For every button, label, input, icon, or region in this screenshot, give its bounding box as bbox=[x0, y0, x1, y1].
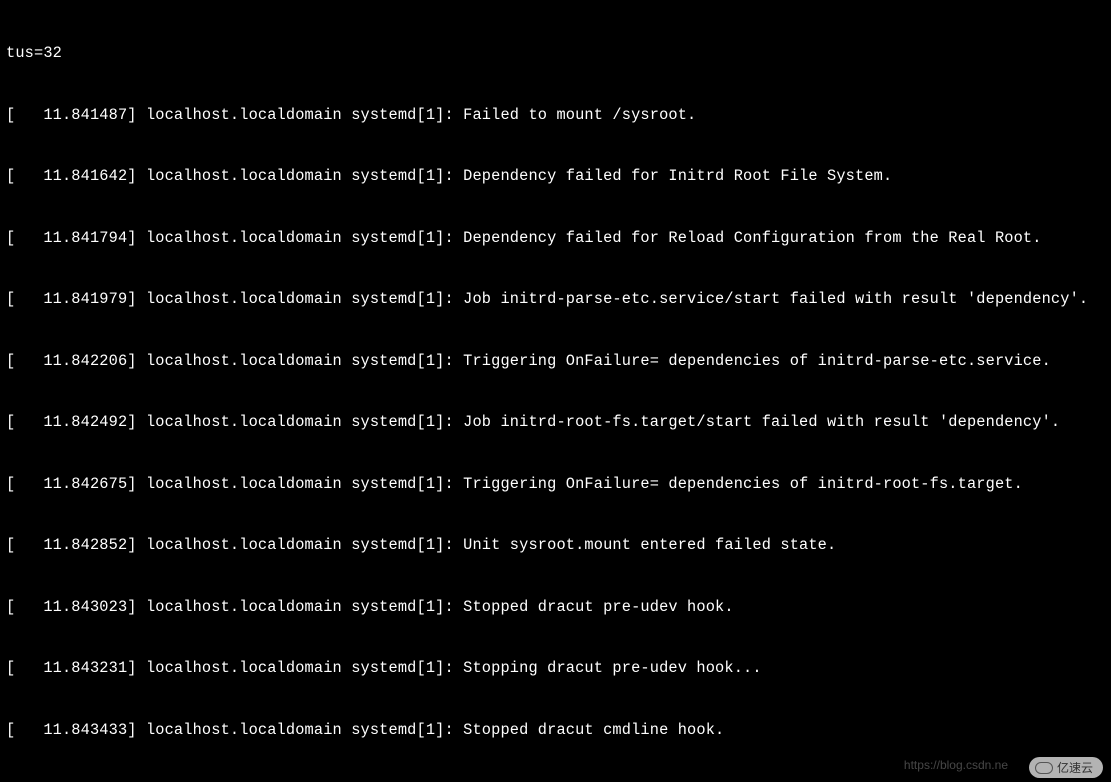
log-line: [ 11.842492] localhost.localdomain syste… bbox=[6, 412, 1105, 433]
log-line: [ 11.843023] localhost.localdomain syste… bbox=[6, 597, 1105, 618]
watermark-url: https://blog.csdn.ne bbox=[904, 758, 1008, 772]
watermark-badge-text: 亿速云 bbox=[1057, 759, 1093, 776]
log-line: [ 11.842206] localhost.localdomain syste… bbox=[6, 351, 1105, 372]
watermark: https://blog.csdn.ne 亿速云 bbox=[1029, 757, 1103, 778]
log-line: [ 11.843231] localhost.localdomain syste… bbox=[6, 658, 1105, 679]
watermark-badge: 亿速云 bbox=[1029, 757, 1103, 778]
log-line: [ 11.842852] localhost.localdomain syste… bbox=[6, 535, 1105, 556]
log-line: [ 11.842675] localhost.localdomain syste… bbox=[6, 474, 1105, 495]
log-line: [ 11.841794] localhost.localdomain syste… bbox=[6, 228, 1105, 249]
log-line: [ 11.841487] localhost.localdomain syste… bbox=[6, 105, 1105, 126]
log-line: [ 11.841642] localhost.localdomain syste… bbox=[6, 166, 1105, 187]
log-line: [ 11.843433] localhost.localdomain syste… bbox=[6, 720, 1105, 741]
log-line: [ 11.841979] localhost.localdomain syste… bbox=[6, 289, 1105, 310]
terminal-output[interactable]: tus=32 [ 11.841487] localhost.localdomai… bbox=[0, 0, 1111, 782]
log-line: tus=32 bbox=[6, 43, 1105, 64]
cloud-icon bbox=[1035, 762, 1053, 774]
